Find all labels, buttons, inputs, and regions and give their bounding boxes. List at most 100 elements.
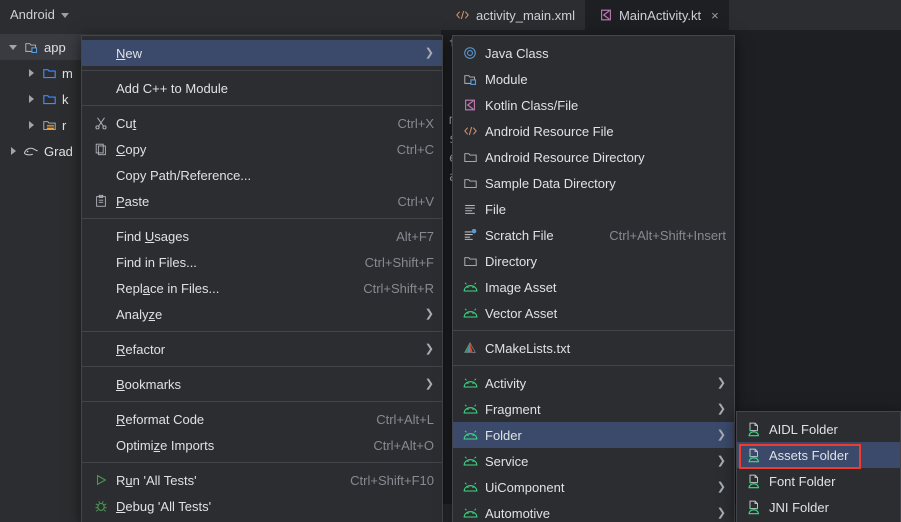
tree-expand-arrow-icon[interactable]	[4, 147, 22, 155]
context-menu-item-new[interactable]: New❯	[82, 40, 442, 66]
menu-item-label: Module	[485, 72, 528, 87]
context-menu-item-optimize-imports[interactable]: Optimize ImportsCtrl+Alt+O	[82, 432, 442, 458]
menu-item-label: Analyze	[116, 307, 162, 322]
new-menu-item-automotive[interactable]: Automotive ❯	[453, 500, 734, 522]
context-menu-item-cut[interactable]: CutCtrl+X	[82, 110, 442, 136]
menu-separator	[453, 365, 734, 366]
new-menu-item-folder[interactable]: Folder❯	[453, 422, 734, 448]
menu-item-shortcut: Ctrl+Alt+Shift+Insert	[591, 228, 726, 243]
tree-node-label: m	[62, 66, 73, 81]
kotlin-file-icon	[461, 97, 479, 113]
new-menu-item-sample-data-directory[interactable]: Sample Data Directory	[453, 170, 734, 196]
tree-expand-arrow-icon[interactable]	[22, 95, 40, 103]
project-panel-header[interactable]: Android	[0, 0, 441, 28]
context-menu-item-analyze[interactable]: Analyze ❯	[82, 301, 442, 327]
chevron-right-icon: ❯	[699, 482, 726, 493]
menu-item-shortcut: Ctrl+Shift+F10	[332, 473, 434, 488]
menu-item-shortcut: Ctrl+Shift+R	[345, 281, 434, 296]
editor-tab-activity-main-xml[interactable]: activity_main.xml	[441, 0, 585, 30]
menu-separator	[82, 70, 442, 71]
new-menu-item-android-resource-directory[interactable]: Android Resource Directory	[453, 144, 734, 170]
folder-icon	[461, 175, 479, 191]
android-icon	[461, 305, 479, 321]
new-menu-item-module[interactable]: Module	[453, 66, 734, 92]
new-menu-item-service[interactable]: Service ❯	[453, 448, 734, 474]
menu-item-label: Refactor	[116, 342, 165, 357]
kotlin-class-icon	[599, 8, 613, 22]
menu-item-label: UiComponent	[485, 480, 565, 495]
new-menu-item-scratch-file[interactable]: Scratch FileCtrl+Alt+Shift+Insert	[453, 222, 734, 248]
folder-icon	[461, 149, 479, 165]
context-menu-item-debug-all-tests[interactable]: Debug 'All Tests'	[82, 493, 442, 519]
context-menu-item-replace-in-files[interactable]: Replace in Files... Ctrl+Shift+R	[82, 275, 442, 301]
java-class-icon	[461, 45, 479, 61]
context-menu-item-add-c-to-module[interactable]: Add C++ to Module	[82, 75, 442, 101]
context-menu-item-bookmarks[interactable]: Bookmarks❯	[82, 371, 442, 397]
no-icon	[92, 306, 110, 322]
folder-menu-item-aidl-folder[interactable]: AIDL Folder	[737, 416, 900, 442]
menu-item-label: Add C++ to Module	[116, 81, 228, 96]
chevron-right-icon: ❯	[407, 344, 434, 355]
context-menu-item-find-in-files[interactable]: Find in Files...Ctrl+Shift+F	[82, 249, 442, 275]
chevron-right-icon: ❯	[407, 48, 434, 59]
editor-tab-mainactivity-kt[interactable]: MainActivity.kt×	[585, 0, 729, 30]
android-icon	[461, 427, 479, 443]
new-menu-item-kotlin-class-file[interactable]: Kotlin Class/File	[453, 92, 734, 118]
no-icon	[92, 254, 110, 270]
new-menu-item-file[interactable]: File	[453, 196, 734, 222]
close-icon[interactable]: ×	[711, 8, 719, 23]
menu-item-shortcut: Ctrl+Alt+O	[355, 438, 434, 453]
folder-menu-item-jni-folder[interactable]: JNI Folder	[737, 494, 900, 520]
context-menu-item-find-usages[interactable]: Find UsagesAlt+F7	[82, 223, 442, 249]
new-menu-item-uicomponent[interactable]: UiComponent ❯	[453, 474, 734, 500]
menu-item-label: Font Folder	[769, 474, 835, 489]
folder-menu-item-assets-folder[interactable]: Assets Folder	[737, 442, 900, 468]
chevron-right-icon: ❯	[699, 508, 726, 519]
xml-icon	[461, 123, 479, 139]
folder-menu-item-font-folder[interactable]: Font Folder	[737, 468, 900, 494]
menu-item-label: AIDL Folder	[769, 422, 838, 437]
cmake-icon	[461, 340, 479, 356]
folder-blue-icon	[40, 91, 58, 107]
chevron-right-icon: ❯	[699, 456, 726, 467]
menu-item-label: Debug 'All Tests'	[116, 499, 211, 514]
new-menu-item-activity[interactable]: Activity❯	[453, 370, 734, 396]
android-folder-icon	[745, 447, 763, 463]
new-menu-item-java-class[interactable]: Java Class	[453, 40, 734, 66]
tree-expand-arrow-icon[interactable]	[22, 69, 40, 77]
new-menu-item-fragment[interactable]: Fragment❯	[453, 396, 734, 422]
no-icon	[92, 437, 110, 453]
scratch-file-icon	[461, 227, 479, 243]
tree-expand-arrow-icon[interactable]	[22, 121, 40, 129]
new-menu-item-vector-asset[interactable]: Vector Asset	[453, 300, 734, 326]
chevron-right-icon: ❯	[407, 309, 434, 320]
menu-item-label: Image Asset	[485, 280, 557, 295]
context-menu-item-paste[interactable]: PasteCtrl+V	[82, 188, 442, 214]
new-menu-item-image-asset[interactable]: Image Asset	[453, 274, 734, 300]
chevron-right-icon: ❯	[699, 404, 726, 415]
menu-item-label: Automotive	[485, 506, 550, 521]
menu-item-label: Activity	[485, 376, 526, 391]
folder-icon	[461, 253, 479, 269]
menu-item-label: Replace in Files...	[116, 281, 219, 296]
menu-separator	[82, 331, 442, 332]
new-menu-item-cmakelists-txt[interactable]: CMakeLists.txt	[453, 335, 734, 361]
context-menu-item-reformat-code[interactable]: Reformat CodeCtrl+Alt+L	[82, 406, 442, 432]
android-icon	[461, 453, 479, 469]
menu-item-label: Reformat Code	[116, 412, 204, 427]
menu-item-label: Service	[485, 454, 528, 469]
chevron-down-icon[interactable]	[61, 13, 69, 18]
new-menu-item-android-resource-file[interactable]: Android Resource File	[453, 118, 734, 144]
context-menu-item-run-all-tests[interactable]: Run 'All Tests'Ctrl+Shift+F10	[82, 467, 442, 493]
xml-icon	[455, 8, 470, 22]
android-icon	[461, 279, 479, 295]
menu-item-label: Bookmarks	[116, 377, 181, 392]
context-menu-item-copy[interactable]: CopyCtrl+C	[82, 136, 442, 162]
menu-item-shortcut: Alt+F7	[378, 229, 434, 244]
menu-item-label: File	[485, 202, 506, 217]
context-menu-item-refactor[interactable]: Refactor ❯	[82, 336, 442, 362]
context-menu-item-copy-path-reference[interactable]: Copy Path/Reference...	[82, 162, 442, 188]
menu-separator	[82, 401, 442, 402]
tree-collapse-arrow-icon[interactable]	[4, 45, 22, 50]
new-menu-item-directory[interactable]: Directory	[453, 248, 734, 274]
